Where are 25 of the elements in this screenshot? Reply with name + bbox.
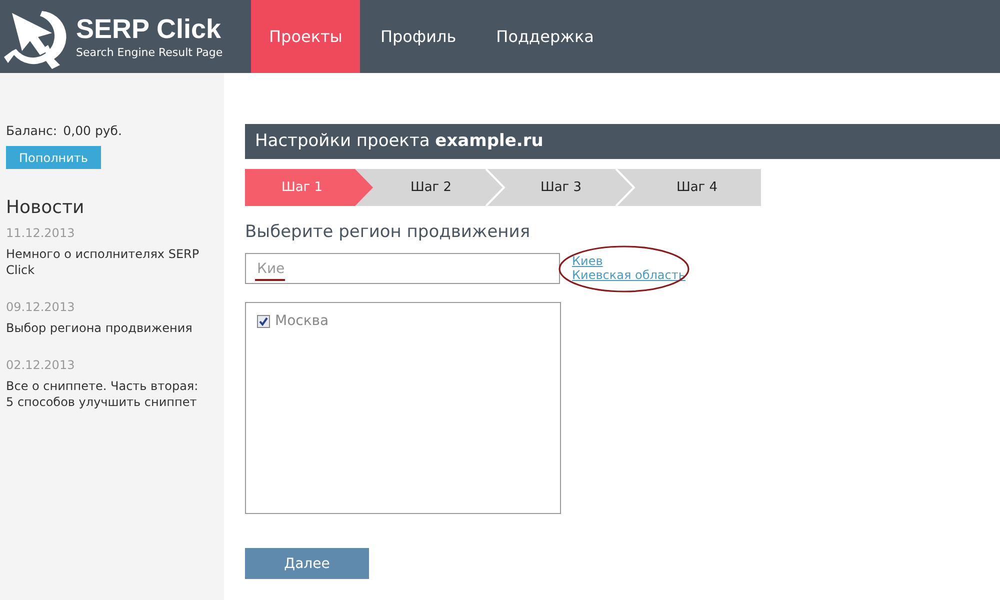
balance-value: 0,00 руб. [63, 123, 122, 138]
news-heading: Новости [6, 197, 86, 218]
step-tab[interactable]: Шаг 3 [503, 169, 633, 206]
nav-tab[interactable]: Поддержка [476, 0, 614, 73]
underline-mark [255, 279, 285, 281]
balance-label: Баланс: [6, 123, 58, 138]
step-divider [615, 169, 635, 206]
region-label: Москва [275, 313, 329, 329]
section-heading: Выберите регион продвижения [245, 222, 532, 242]
news-date: 09.12.2013 [6, 300, 76, 314]
page-title: Настройки проекта example.ru [245, 124, 1000, 159]
news-link[interactable]: Все о сниппете. Часть вторая: 5 способов улучшить сниппет [6, 378, 206, 410]
step-divider [485, 169, 505, 206]
nav-tab[interactable]: Профиль [360, 0, 476, 73]
checkbox[interactable] [257, 314, 270, 328]
news-date: 11.12.2013 [6, 226, 76, 240]
logo-title: SERP Click [76, 14, 222, 44]
step-tab[interactable]: Шаг 4 [633, 169, 761, 206]
next-button[interactable]: Далее [245, 548, 369, 579]
news-link[interactable]: Немного о исполнителях SERP Click [6, 246, 206, 278]
news-date: 02.12.2013 [6, 358, 76, 372]
step-tab[interactable]: Шаг 2 [373, 169, 503, 206]
nav-tab[interactable]: Проекты [251, 0, 360, 73]
logo-subtitle: Search Engine Result Page [76, 46, 223, 60]
news-link[interactable]: Выбор региона продвижения [6, 320, 206, 336]
